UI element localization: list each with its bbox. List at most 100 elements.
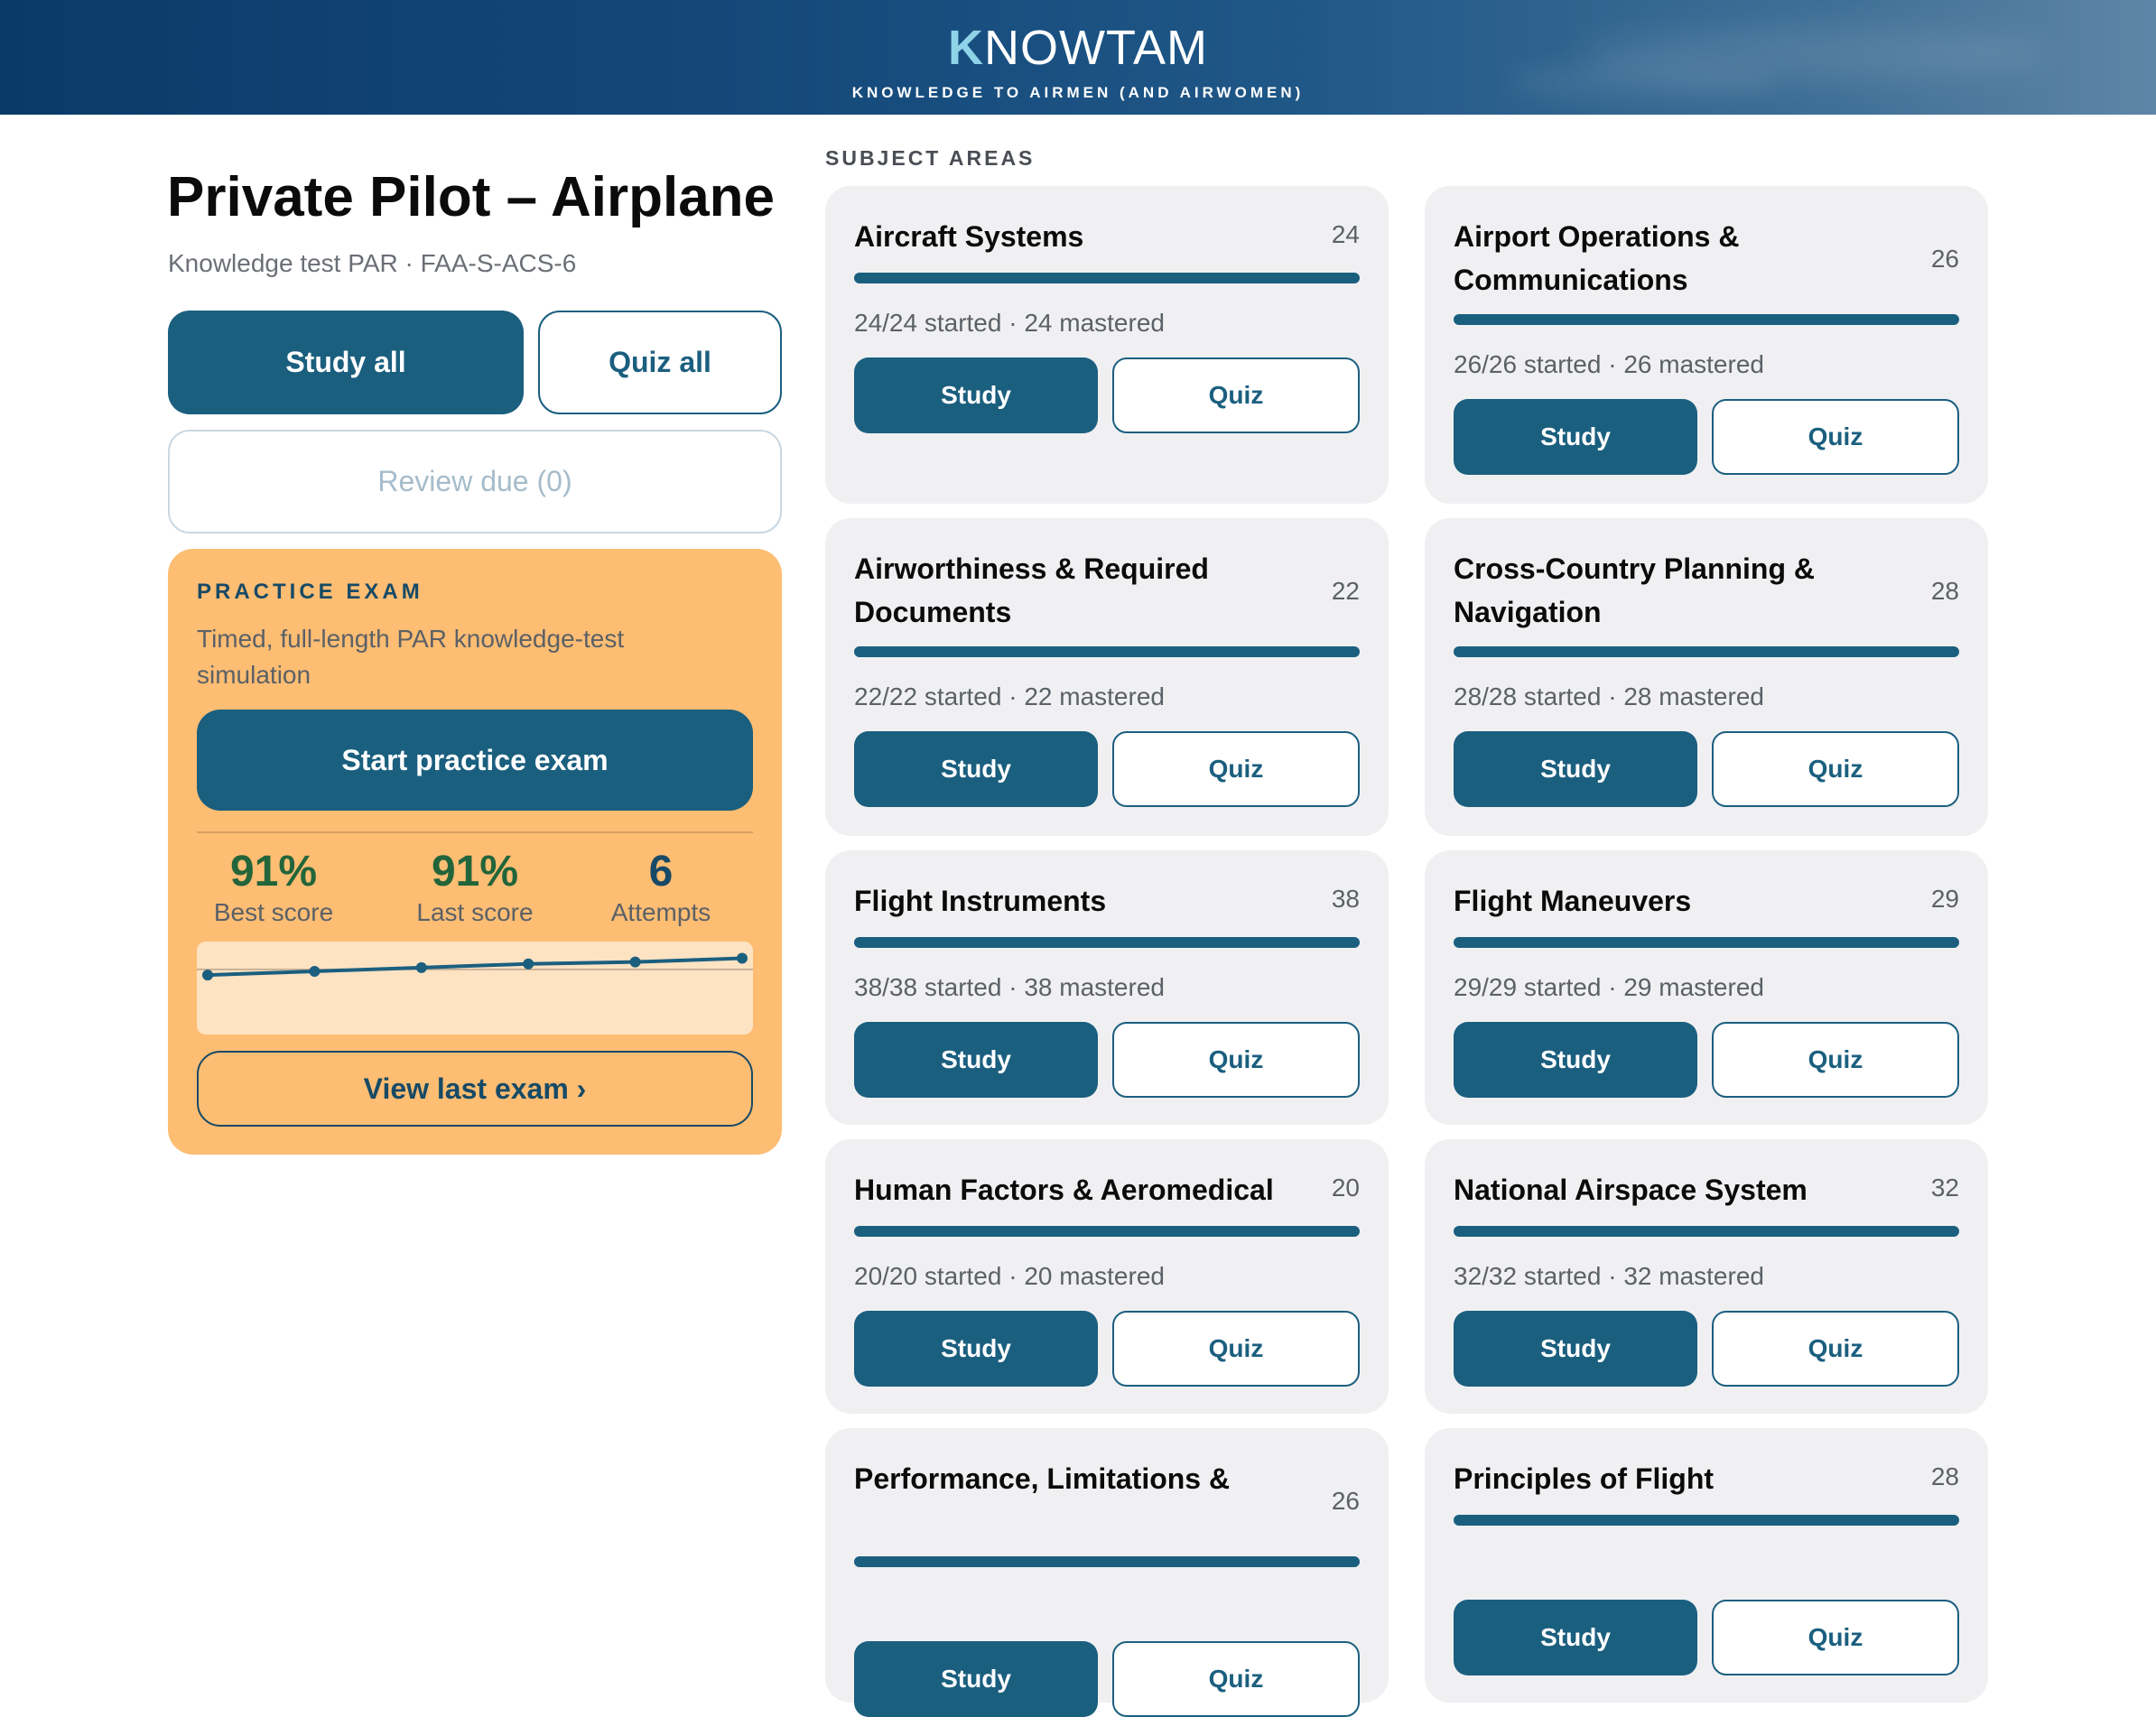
subject-study-button[interactable]: Study	[1454, 1600, 1697, 1675]
subject-question-count: 24	[1331, 220, 1360, 248]
subject-progress-bar	[854, 937, 1360, 948]
subject-title: Principles of Flight	[1454, 1462, 1715, 1495]
subject-progress-text: 38/38 started · 38 mastered	[854, 973, 1165, 1001]
subject-progress-bar	[854, 1556, 1360, 1567]
subject-question-count: 29	[1930, 885, 1959, 913]
subject-card: Principles of Flight 28 Study Quiz	[1425, 1428, 1988, 1703]
subject-progress-fill	[854, 1556, 1360, 1567]
subject-study-button[interactable]: Study	[1454, 1311, 1697, 1387]
subject-progress-text: 24/24 started · 24 mastered	[854, 309, 1165, 337]
subject-title: Airworthiness & Required Documents	[854, 552, 1209, 628]
subject-progress-bar	[1454, 937, 1959, 948]
subject-question-count: 28	[1930, 577, 1959, 605]
subject-card: Performance, Limitations & 26 Study Quiz	[825, 1428, 1389, 1717]
score-point	[523, 958, 534, 970]
subject-quiz-button[interactable]: Quiz	[1712, 731, 1959, 807]
subject-progress-text: 29/29 started · 29 mastered	[1454, 973, 1764, 1001]
practice-exam-card: PRACTICE EXAM Timed, full-length PAR kno…	[168, 549, 782, 1155]
app-tagline: KNOWLEDGE TO AIRMEN (AND AIRWOMEN)	[851, 84, 1305, 101]
subject-title: Human Factors & Aeromedical	[854, 1174, 1274, 1206]
best-score-stat: 91% Best score	[179, 847, 368, 928]
score-trend-svg	[197, 952, 753, 981]
subject-question-count: 38	[1331, 885, 1360, 913]
subject-card: Airworthiness & Required Documents 22 22/2…	[825, 518, 1389, 836]
subject-title: Airport Operations & Communications	[1454, 220, 1740, 296]
subject-title: Performance, Limitations &	[854, 1462, 1231, 1495]
view-last-exam-button[interactable]: View last exam ›	[197, 1051, 753, 1127]
practice-exam-description: Timed, full-length PAR knowledge-test si…	[197, 625, 625, 689]
subject-title: Flight Maneuvers	[1454, 885, 1692, 917]
subject-progress-fill	[1454, 646, 1959, 657]
subject-progress-fill	[854, 1226, 1360, 1237]
subject-quiz-button[interactable]: Quiz	[1112, 731, 1360, 807]
subject-quiz-button[interactable]: Quiz	[1112, 1311, 1360, 1387]
subject-question-count: 26	[1930, 245, 1959, 273]
app-logo[interactable]: KNOWTAM	[0, 20, 2156, 76]
subject-question-count: 22	[1331, 577, 1360, 605]
subject-quiz-button[interactable]: Quiz	[1712, 1600, 1959, 1675]
start-practice-exam-button[interactable]: Start practice exam	[197, 710, 753, 811]
score-trend-line	[207, 956, 743, 978]
subject-quiz-button[interactable]: Quiz	[1712, 399, 1959, 475]
subject-progress-fill	[1454, 1515, 1959, 1526]
subject-card: Flight Maneuvers 29 29/29 started · 29 mas…	[1425, 850, 1988, 1125]
subject-title: Flight Instruments	[854, 885, 1107, 917]
subject-quiz-button[interactable]: Quiz	[1712, 1311, 1959, 1387]
subject-question-count: 28	[1930, 1462, 1959, 1490]
subject-progress-fill	[854, 273, 1360, 283]
subject-study-button[interactable]: Study	[854, 1641, 1098, 1717]
logo-k-mark: K	[948, 21, 985, 75]
subject-areas-heading: SUBJECT AREAS	[825, 146, 1036, 170]
subject-title: Aircraft Systems	[854, 220, 1084, 253]
subject-quiz-button[interactable]: Quiz	[1112, 357, 1360, 433]
last-score-value: 91%	[431, 848, 519, 896]
subject-progress-bar	[1454, 314, 1959, 325]
subject-progress-text: 20/20 started · 20 mastered	[854, 1262, 1165, 1290]
subject-card: Cross-Country Planning & Navigation 28 28/…	[1425, 518, 1988, 836]
subject-progress-bar	[1454, 646, 1959, 657]
subject-quiz-button[interactable]: Quiz	[1112, 1022, 1360, 1098]
best-score-value: 91%	[229, 848, 318, 896]
subject-question-count: 32	[1930, 1174, 1959, 1202]
subject-card: Human Factors & Aeromedical 20 20/20 start…	[825, 1139, 1389, 1414]
last-score-label: Last score	[416, 898, 534, 926]
subject-quiz-button[interactable]: Quiz	[1112, 1641, 1360, 1717]
subject-study-button[interactable]: Study	[854, 357, 1098, 433]
subject-progress-bar	[854, 1226, 1360, 1237]
divider	[197, 831, 753, 833]
subject-study-button[interactable]: Study	[1454, 399, 1697, 475]
subject-study-button[interactable]: Study	[1454, 1022, 1697, 1098]
subject-progress-fill	[1454, 314, 1959, 325]
score-point	[415, 961, 427, 973]
subject-progress-fill	[1454, 1226, 1959, 1237]
subject-question-count: 26	[1331, 1487, 1360, 1515]
logo-wordmark: NOWTAM	[984, 21, 1208, 75]
review-due-button[interactable]: Review due (0)	[168, 430, 782, 534]
subject-progress-text: 26/26 started · 26 mastered	[1454, 350, 1764, 378]
subject-progress-bar	[854, 646, 1360, 657]
subject-progress-text: 32/32 started · 32 mastered	[1454, 1262, 1764, 1290]
subject-study-button[interactable]: Study	[854, 1311, 1098, 1387]
subject-title: National Airspace System	[1454, 1174, 1808, 1206]
score-trend-chart	[197, 942, 753, 1035]
subject-progress-bar	[1454, 1515, 1959, 1526]
subject-study-button[interactable]: Study	[1454, 731, 1697, 807]
score-point	[202, 970, 213, 981]
subject-card: National Airspace System 32 32/32 started …	[1425, 1139, 1988, 1414]
attempts-value: 6	[648, 848, 674, 896]
subject-progress-text: 22/22 started · 22 mastered	[854, 682, 1165, 710]
subject-study-button[interactable]: Study	[854, 731, 1098, 807]
subject-card: Airport Operations & Communications 26 26/…	[1425, 186, 1988, 504]
subject-quiz-button[interactable]: Quiz	[1712, 1022, 1959, 1098]
score-point	[309, 965, 321, 977]
subject-study-button[interactable]: Study	[854, 1022, 1098, 1098]
subject-title: Cross-Country Planning & Navigation	[1454, 552, 1816, 628]
subject-progress-fill	[1454, 937, 1959, 948]
page-title: Private Pilot – Airplane	[167, 166, 776, 228]
study-all-button[interactable]: Study all	[168, 311, 524, 414]
best-score-label: Best score	[213, 898, 334, 926]
subject-question-count: 20	[1331, 1174, 1360, 1202]
attempts-label: Attempts	[610, 898, 711, 926]
quiz-all-button[interactable]: Quiz all	[538, 311, 782, 414]
subject-progress-bar	[854, 273, 1360, 283]
